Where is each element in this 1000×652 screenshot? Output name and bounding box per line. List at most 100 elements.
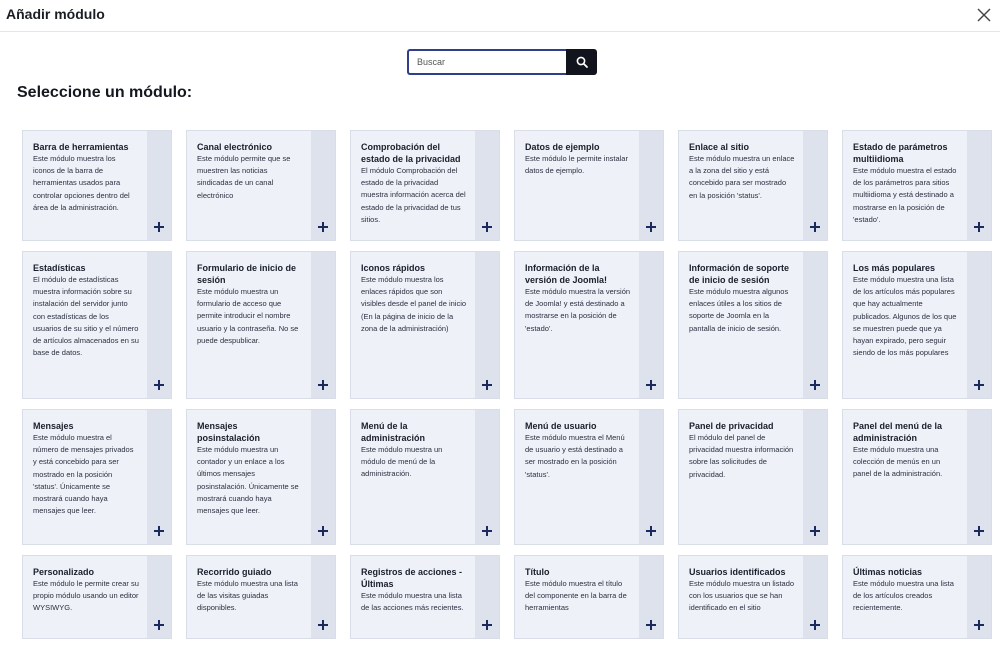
module-title: Mensajes posinstalación <box>197 421 261 443</box>
plus-icon <box>482 526 492 536</box>
search-bar <box>407 49 597 75</box>
add-module-button[interactable] <box>808 220 822 234</box>
add-module-button[interactable] <box>808 378 822 392</box>
module-card[interactable]: Personalizado Este módulo le permite crea… <box>22 555 172 639</box>
search-button[interactable] <box>566 49 597 75</box>
module-card[interactable]: Barra de herramientas Este módulo muestra… <box>22 130 172 241</box>
module-card[interactable]: Datos de ejemplo Este módulo le permite i… <box>514 130 664 241</box>
plus-icon <box>974 222 984 232</box>
add-module-button[interactable] <box>480 524 494 538</box>
add-module-button[interactable] <box>808 524 822 538</box>
plus-icon <box>482 222 492 232</box>
module-description: Este módulo muestra un contador y un enl… <box>197 445 299 516</box>
plus-icon <box>154 222 164 232</box>
module-row: Personalizado Este módulo le permite crea… <box>22 555 992 639</box>
add-module-button[interactable] <box>972 618 986 632</box>
module-description: Este módulo muestra los iconos de la bar… <box>33 154 130 212</box>
module-card[interactable]: Mensajes posinstalación Este módulo muest… <box>186 409 336 545</box>
add-module-button[interactable] <box>480 618 494 632</box>
module-description: Este módulo muestra el estado de los par… <box>853 166 957 224</box>
modal-header: Añadir módulo <box>0 0 1000 32</box>
module-description: Este módulo muestra una lista de los art… <box>853 275 957 358</box>
plus-icon <box>974 380 984 390</box>
card-body: Personalizado Este módulo le permite crea… <box>33 566 139 615</box>
module-description: Este módulo le permite crear su propio m… <box>33 579 139 613</box>
plus-icon <box>646 222 656 232</box>
module-card[interactable]: Los más populares Este módulo muestra una… <box>842 251 992 399</box>
module-card[interactable]: Iconos rápidos Este módulo muestra los en… <box>350 251 500 399</box>
add-module-button[interactable] <box>972 524 986 538</box>
add-module-button[interactable] <box>152 524 166 538</box>
module-title: Menú de usuario <box>525 421 597 431</box>
module-card[interactable]: Últimas noticias Este módulo muestra una … <box>842 555 992 639</box>
module-description: Este módulo permite que se muestren las … <box>197 154 291 200</box>
module-description: Este módulo muestra una colección de men… <box>853 445 943 479</box>
module-card[interactable]: Panel de privacidad El módulo del panel d… <box>678 409 828 545</box>
add-module-button[interactable] <box>644 524 658 538</box>
module-card[interactable]: Menú de usuario Este módulo muestra el Me… <box>514 409 664 545</box>
card-body: Menú de la administración Este módulo mue… <box>361 420 467 481</box>
module-title: Panel de privacidad <box>689 421 774 431</box>
module-title: Menú de la administración <box>361 421 426 443</box>
card-side-strip <box>147 252 171 398</box>
module-card[interactable]: Comprobación del estado de la privacidad… <box>350 130 500 241</box>
card-side-strip <box>311 252 335 398</box>
close-button[interactable] <box>974 5 994 25</box>
module-card[interactable]: Menú de la administración Este módulo mue… <box>350 409 500 545</box>
module-card[interactable]: Registros de acciones - Últimas Este módu… <box>350 555 500 639</box>
add-module-button[interactable] <box>316 220 330 234</box>
plus-icon <box>974 620 984 630</box>
module-title: Enlace al sitio <box>689 142 750 152</box>
module-card[interactable]: Usuarios identificados Este módulo muestr… <box>678 555 828 639</box>
add-module-button[interactable] <box>808 618 822 632</box>
add-module-button[interactable] <box>152 220 166 234</box>
card-body: Canal electrónico Este módulo permite que… <box>197 141 303 202</box>
plus-icon <box>810 620 820 630</box>
card-body: Estadísticas El módulo de estadísticas mu… <box>33 262 139 359</box>
module-card[interactable]: Estado de parámetros multiidioma Este mód… <box>842 130 992 241</box>
module-description: Este módulo muestra un listado con los u… <box>689 579 795 613</box>
add-module-button[interactable] <box>152 618 166 632</box>
module-card[interactable]: Estadísticas El módulo de estadísticas mu… <box>22 251 172 399</box>
module-row: Estadísticas El módulo de estadísticas mu… <box>22 251 992 399</box>
card-body: Mensajes Este módulo muestra el número de… <box>33 420 139 517</box>
add-module-button[interactable] <box>972 378 986 392</box>
module-title: Formulario de inicio de sesión <box>197 263 297 285</box>
add-module-button[interactable] <box>644 618 658 632</box>
module-description: Este módulo muestra un enlace a la zona … <box>689 154 795 200</box>
module-card[interactable]: Enlace al sitio Este módulo muestra un en… <box>678 130 828 241</box>
add-module-button[interactable] <box>644 220 658 234</box>
card-side-strip <box>639 252 663 398</box>
add-module-button[interactable] <box>644 378 658 392</box>
module-description: Este módulo muestra una lista de los art… <box>853 579 954 613</box>
module-card[interactable]: Mensajes Este módulo muestra el número de… <box>22 409 172 545</box>
module-card[interactable]: Panel del menú de la administración Este … <box>842 409 992 545</box>
plus-icon <box>482 620 492 630</box>
module-title: Datos de ejemplo <box>525 142 600 152</box>
plus-icon <box>154 526 164 536</box>
module-card[interactable]: Recorrido guiado Este módulo muestra una … <box>186 555 336 639</box>
plus-icon <box>318 526 328 536</box>
add-module-button[interactable] <box>972 220 986 234</box>
add-module-button[interactable] <box>152 378 166 392</box>
search-input[interactable] <box>407 49 567 75</box>
module-title: Últimas noticias <box>853 567 923 577</box>
card-side-strip <box>475 252 499 398</box>
module-title: Registros de acciones - Últimas <box>361 567 463 589</box>
add-module-button[interactable] <box>316 378 330 392</box>
add-module-button[interactable] <box>480 378 494 392</box>
add-module-button[interactable] <box>316 524 330 538</box>
module-card[interactable]: Formulario de inicio de sesión Este módul… <box>186 251 336 399</box>
add-module-button[interactable] <box>480 220 494 234</box>
module-card[interactable]: Información de la versión de Joomla! Este… <box>514 251 664 399</box>
module-card[interactable]: Título Este módulo muestra el título del … <box>514 555 664 639</box>
module-description: Este módulo muestra el título del compon… <box>525 579 627 613</box>
module-title: Personalizado <box>33 567 95 577</box>
module-description: Este módulo muestra la versión de Joomla… <box>525 287 631 333</box>
module-description: Este módulo muestra los enlaces rápidos … <box>361 275 467 333</box>
add-module-button[interactable] <box>316 618 330 632</box>
module-card[interactable]: Información de soporte de inicio de sesi… <box>678 251 828 399</box>
plus-icon <box>810 380 820 390</box>
module-description: Este módulo muestra una lista de las acc… <box>361 591 464 613</box>
module-card[interactable]: Canal electrónico Este módulo permite que… <box>186 130 336 241</box>
